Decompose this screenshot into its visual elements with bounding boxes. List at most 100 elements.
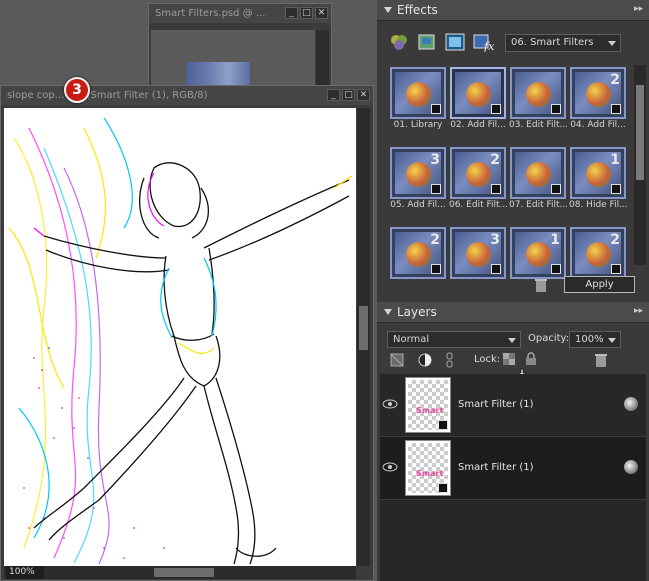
zoom-level[interactable]: 100% (6, 566, 44, 579)
opacity-field[interactable]: 100% (569, 331, 621, 348)
show-all-fx-icon[interactable]: fx (473, 32, 495, 53)
panel-menu-icon[interactable]: ▸▸ (634, 4, 643, 14)
blend-mode-select[interactable]: Normal (387, 331, 521, 348)
effects-category-select[interactable]: 06. Smart Filters (505, 34, 621, 52)
smart-filter-icon (431, 104, 441, 114)
smart-filter-icon (431, 264, 441, 274)
effect-preview: 2 (570, 227, 626, 279)
apple-preview-icon (526, 82, 551, 107)
effect-thumbnail[interactable]: 2 (390, 227, 446, 297)
effects-scroll-thumb[interactable] (636, 85, 644, 180)
eye-icon[interactable] (382, 459, 398, 475)
effect-preview: 1 (570, 147, 626, 199)
smart-filter-icon (491, 264, 501, 274)
effect-label: 06. Edit Filt... (449, 200, 507, 210)
effect-thumbnail[interactable]: 3 (450, 227, 506, 297)
back-document-scrollbar[interactable] (316, 30, 329, 92)
trash-icon[interactable] (533, 277, 549, 293)
layer-thumb-text: Smart (416, 469, 444, 478)
panel-menu-icon[interactable]: ▸▸ (634, 306, 643, 316)
layers-panel-title: Layers (397, 305, 437, 319)
smart-filter-icon (491, 104, 501, 114)
apply-button[interactable]: Apply (564, 276, 635, 293)
layer-thumbnail: Smart (405, 377, 451, 433)
smart-object-icon (438, 483, 448, 493)
filters-icon[interactable] (389, 32, 409, 52)
effect-step-number: 3 (490, 232, 500, 248)
maximize-button[interactable]: □ (300, 7, 313, 19)
effect-step-number: 1 (550, 232, 560, 248)
delete-layer-icon[interactable] (593, 352, 609, 368)
horizontal-scroll-thumb[interactable] (154, 568, 214, 577)
layer-name: Smart Filter (1) (458, 462, 534, 473)
smart-filter-icon (611, 264, 621, 274)
front-document-titlebar[interactable]: slope cop... ...%(Smart Filter (1), RGB/… (1, 86, 373, 105)
line-art-illustration (8, 117, 353, 565)
effect-label: 08. Hide Fil... (569, 200, 627, 210)
chevron-down-icon (608, 41, 616, 46)
close-button[interactable]: ✕ (357, 89, 370, 101)
effect-preview (510, 67, 566, 119)
effect-step-number: 2 (610, 72, 620, 88)
vertical-scroll-thumb[interactable] (359, 306, 368, 350)
collapse-triangle-icon[interactable] (384, 309, 392, 315)
front-document-title: slope cop... ...%(Smart Filter (1), RGB/… (7, 90, 208, 101)
effect-label: 01. Library (393, 120, 443, 130)
link-layers-icon[interactable] (445, 352, 455, 368)
document-canvas[interactable] (4, 108, 356, 566)
apple-preview-icon (526, 242, 551, 267)
apple-preview-icon (586, 82, 611, 107)
effect-preview (390, 67, 446, 119)
minimize-button[interactable]: _ (285, 7, 298, 19)
smart-filter-icon (491, 184, 501, 194)
layer-row[interactable]: Smart Smart Filter (1) (380, 374, 646, 437)
lock-label: Lock: (474, 354, 501, 365)
lock-transparent-icon[interactable] (502, 352, 516, 366)
back-document-canvas (151, 30, 315, 92)
opacity-value: 100% (575, 334, 604, 345)
effect-step-number: 2 (610, 232, 620, 248)
lock-all-icon[interactable] (524, 352, 538, 366)
effect-step-number: 1 (610, 152, 620, 168)
effect-thumbnail[interactable]: 07. Edit Filt... (509, 147, 567, 217)
new-layer-icon[interactable] (389, 352, 405, 368)
maximize-button[interactable]: □ (342, 89, 355, 101)
effect-label: 04. Add Fil... (570, 120, 626, 130)
layer-styles-icon[interactable] (417, 32, 437, 52)
layer-style-icon[interactable] (624, 397, 638, 411)
photo-effects-icon[interactable] (445, 32, 465, 52)
effects-panel-title: Effects (397, 3, 438, 17)
effect-preview (510, 147, 566, 199)
blend-mode-value: Normal (393, 334, 430, 345)
layer-row[interactable]: Smart Smart Filter (1) (380, 437, 646, 500)
effect-thumbnail[interactable]: 2 04. Add Fil... (570, 67, 626, 137)
effect-preview: 1 (510, 227, 566, 279)
minimize-button[interactable]: _ (327, 89, 340, 101)
smart-filter-icon (551, 264, 561, 274)
smart-filter-icon (611, 104, 621, 114)
layer-style-icon[interactable] (624, 460, 638, 474)
effects-panel-header[interactable]: Effects ▸▸ (377, 0, 649, 21)
back-document-window[interactable]: Smart Filters.psd @ ... _ □ ✕ (148, 3, 332, 93)
eye-icon[interactable] (382, 396, 398, 412)
front-document-window[interactable]: slope cop... ...%(Smart Filter (1), RGB/… (0, 85, 374, 581)
step-badge: 3 (64, 77, 90, 103)
effect-thumbnail[interactable]: 03. Edit Filt... (509, 67, 567, 137)
back-document-titlebar[interactable]: Smart Filters.psd @ ... _ □ ✕ (149, 4, 331, 23)
collapse-triangle-icon[interactable] (384, 7, 392, 13)
adjustment-layer-icon[interactable] (417, 352, 433, 368)
effect-preview (450, 67, 506, 119)
apple-preview-icon (406, 82, 431, 107)
document-vertical-scrollbar[interactable] (357, 108, 370, 566)
close-button[interactable]: ✕ (315, 7, 328, 19)
effect-thumbnail[interactable]: 3 05. Add Fil... (390, 147, 446, 217)
effect-thumbnail[interactable]: 02. Add Fil... (450, 67, 506, 137)
layers-panel-header[interactable]: Layers ▸▸ (377, 302, 649, 323)
effect-thumbnail[interactable]: 01. Library (390, 67, 446, 137)
effect-thumbnail[interactable]: 2 06. Edit Filt... (449, 147, 507, 217)
effects-scrollbar[interactable] (634, 65, 646, 265)
document-horizontal-scrollbar[interactable]: 100% (4, 566, 356, 579)
effect-step-number: 2 (490, 152, 500, 168)
effect-thumbnail[interactable]: 1 08. Hide Fil... (569, 147, 627, 217)
apple-preview-icon (406, 242, 431, 267)
